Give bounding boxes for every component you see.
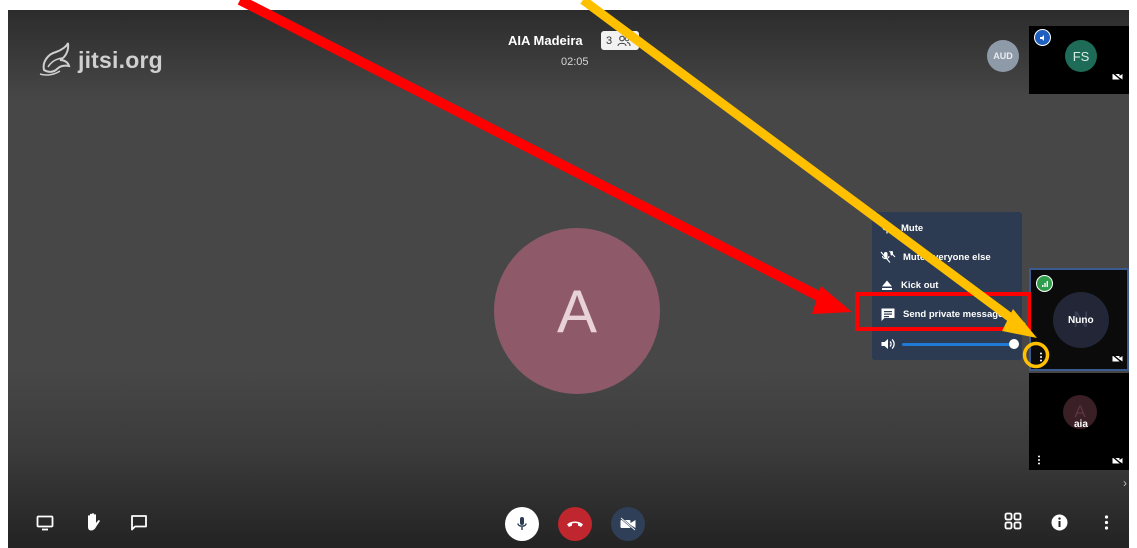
eject-icon [882, 280, 892, 290]
menu-item-mute-everyone-else-label: Mute everyone else [903, 251, 991, 263]
microphone-button[interactable] [505, 507, 539, 541]
camera-off-icon [1112, 354, 1123, 363]
more-vertical-icon [1104, 514, 1108, 530]
info-icon [1051, 514, 1067, 530]
connection-good-icon [1036, 275, 1053, 292]
chat-bubble-icon [881, 308, 895, 321]
more-options-button[interactable] [1098, 512, 1114, 532]
dominant-speaker-initial: A [556, 277, 598, 345]
speaker-icon [1034, 29, 1051, 46]
screen-share-icon [36, 515, 54, 531]
conference-name: AIA Madeira [508, 33, 583, 48]
filmstrip-tile-aia[interactable]: A aia [1029, 373, 1129, 470]
participants-icon [617, 35, 631, 46]
menu-item-mute[interactable]: Mute [880, 219, 923, 237]
participant-count-badge[interactable]: 3 [601, 31, 639, 50]
menu-item-mute-everyone-else[interactable]: Mute everyone else [880, 248, 991, 266]
dominant-speaker-avatar: A [494, 228, 660, 394]
menu-item-send-private-message[interactable]: Send private message [880, 305, 1003, 323]
mic-mute-icon [881, 222, 893, 234]
hangup-icon [567, 521, 583, 527]
mute-all-icon [880, 250, 896, 263]
menu-item-kick-out[interactable]: Kick out [880, 276, 938, 294]
camera-off-icon [1112, 456, 1123, 465]
chevron-right-icon[interactable]: › [1123, 476, 1127, 490]
participant-initials-fs: FS [1072, 48, 1090, 64]
volume-icon [881, 339, 895, 349]
camera-button[interactable] [611, 507, 645, 541]
raise-hand-button[interactable] [82, 510, 104, 534]
more-vertical-icon[interactable] [1035, 350, 1047, 364]
info-button[interactable] [1049, 512, 1069, 532]
hangup-button[interactable] [558, 507, 592, 541]
tile-view-icon [1004, 512, 1022, 530]
camera-off-icon [1112, 72, 1123, 81]
chat-icon [131, 515, 147, 531]
logo-text: jitsi.org [78, 46, 163, 73]
participant-volume-control[interactable] [880, 336, 1019, 352]
more-vertical-icon[interactable] [1033, 453, 1045, 467]
participant-count: 3 [606, 34, 613, 47]
chat-button[interactable] [128, 512, 150, 534]
conference-timer: 02:05 [561, 56, 589, 68]
jitsi-logo-icon [39, 42, 71, 76]
participant-avatar-fs: FS [1065, 40, 1097, 72]
tile-view-button[interactable] [1002, 510, 1024, 532]
filmstrip-tile-fs[interactable]: FS [1029, 26, 1129, 94]
participant-name-nuno: Nuno [1068, 315, 1094, 326]
jitsi-logo[interactable]: jitsi.org [36, 40, 163, 80]
volume-slider[interactable] [902, 338, 1019, 349]
volume-slider-handle[interactable] [1009, 338, 1019, 349]
menu-item-kick-out-label: Kick out [901, 279, 939, 291]
screen-share-button[interactable] [34, 512, 56, 534]
remote-participant-badge[interactable]: AUD [987, 40, 1019, 72]
camera-off-icon [620, 517, 636, 531]
conference-stage: jitsi.org AIA Madeira 3 02:05 AUD A FS N… [8, 10, 1129, 548]
participant-name-aia: aia [1074, 419, 1088, 430]
remote-participant-label: AUD [993, 51, 1013, 61]
remote-participant-menu: Mute Mute everyone else Kick out Send pr… [872, 212, 1022, 360]
menu-item-mute-label: Mute [901, 222, 924, 234]
menu-item-send-private-message-label: Send private message [903, 308, 1004, 320]
raise-hand-icon [88, 513, 100, 531]
filmstrip-tile-nuno[interactable]: N Nuno [1029, 268, 1129, 371]
microphone-icon [517, 517, 527, 530]
